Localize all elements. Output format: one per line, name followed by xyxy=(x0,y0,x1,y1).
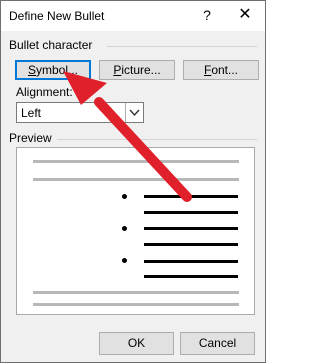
define-new-bullet-dialog: Define New Bullet ? ✕ Bullet character S… xyxy=(0,0,266,363)
red-arrow-annotation xyxy=(63,71,192,202)
